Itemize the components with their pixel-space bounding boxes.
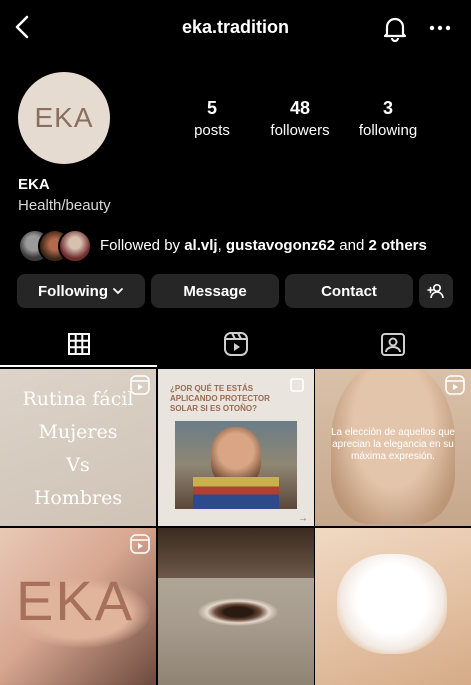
following-button[interactable]: Following [17, 274, 145, 308]
grid-icon [67, 333, 90, 355]
followed-prefix: Followed by [100, 236, 185, 254]
tab-tagged[interactable] [314, 320, 471, 368]
profile-tabs [0, 320, 471, 368]
suggested-users-button[interactable] [419, 274, 453, 308]
reel-badge-icon [130, 534, 150, 554]
grid-post-3[interactable]: La elección de aquellos que aprecian la … [315, 369, 471, 526]
posts-grid: Rutina fácil Mujeres Vs Hombres ¿POR QUÉ… [0, 369, 471, 685]
more-options-icon[interactable] [427, 15, 453, 41]
following-count[interactable]: 3 following [333, 98, 443, 139]
contact-button-label: Contact [321, 282, 377, 300]
following-button-label: Following [38, 282, 108, 300]
followed-by-text: Followed by al.vlj, gustavogonz62 and 2 … [100, 237, 427, 254]
grid-post-4[interactable]: EKA [0, 528, 156, 685]
reels-icon [223, 332, 248, 356]
post-4-logo: EKA [16, 569, 135, 632]
multi-post-icon [290, 378, 304, 392]
grid-post-2[interactable]: ¿POR QUÉ TE ESTÁS APLICANDO PROTECTOR SO… [158, 369, 314, 526]
avatar-text: EKA [34, 102, 94, 133]
top-bar: eka.tradition [0, 0, 471, 56]
message-button[interactable]: Message [151, 274, 279, 308]
mutual-avatar [58, 229, 92, 263]
followed-middle: and [335, 236, 369, 254]
reel-badge-icon [445, 375, 465, 395]
post-1-text: Rutina fácil Mujeres Vs Hombres [0, 383, 156, 515]
profile-category: Health/beauty [18, 197, 111, 214]
active-tab-indicator [0, 365, 157, 367]
grid-post-5[interactable] [158, 528, 314, 685]
mutual-followers-avatars [18, 229, 92, 263]
post-1-line: Vs [66, 454, 90, 476]
bell-icon[interactable] [381, 14, 409, 42]
followed-by-row[interactable]: Followed by al.vlj, gustavogonz62 and 2 … [18, 228, 427, 263]
post-1-line: Hombres [33, 487, 123, 509]
tab-grid[interactable] [0, 320, 157, 368]
arrow-right-icon: → [298, 513, 308, 524]
followed-others: 2 others [368, 236, 427, 254]
post-2-headline: ¿POR QUÉ TE ESTÁS APLICANDO PROTECTOR SO… [170, 384, 270, 413]
followed-user-2: gustavogonz62 [225, 236, 336, 254]
post-5-hair [158, 528, 314, 578]
following-label: following [358, 122, 418, 139]
post-5-eye [198, 598, 278, 626]
tab-reels[interactable] [157, 320, 314, 368]
grid-post-6[interactable] [315, 528, 471, 685]
followed-separator: , [217, 236, 226, 254]
profile-avatar[interactable]: EKA [18, 72, 110, 164]
reel-badge-icon [130, 375, 150, 395]
post-2-photo [175, 421, 297, 509]
chevron-down-icon [113, 288, 123, 294]
message-button-label: Message [183, 282, 247, 300]
post-6-foam [337, 554, 447, 654]
contact-button[interactable]: Contact [285, 274, 413, 308]
following-value: 3 [382, 98, 393, 118]
post-1-line: Mujeres [38, 421, 118, 443]
add-person-icon [427, 283, 444, 299]
followed-user-1: al.vlj [184, 236, 218, 254]
profile-name: EKA [18, 176, 50, 193]
post-3-text: La elección de aquellos que aprecian la … [331, 427, 455, 462]
tagged-icon [380, 333, 405, 356]
grid-post-1[interactable]: Rutina fácil Mujeres Vs Hombres [0, 369, 156, 526]
